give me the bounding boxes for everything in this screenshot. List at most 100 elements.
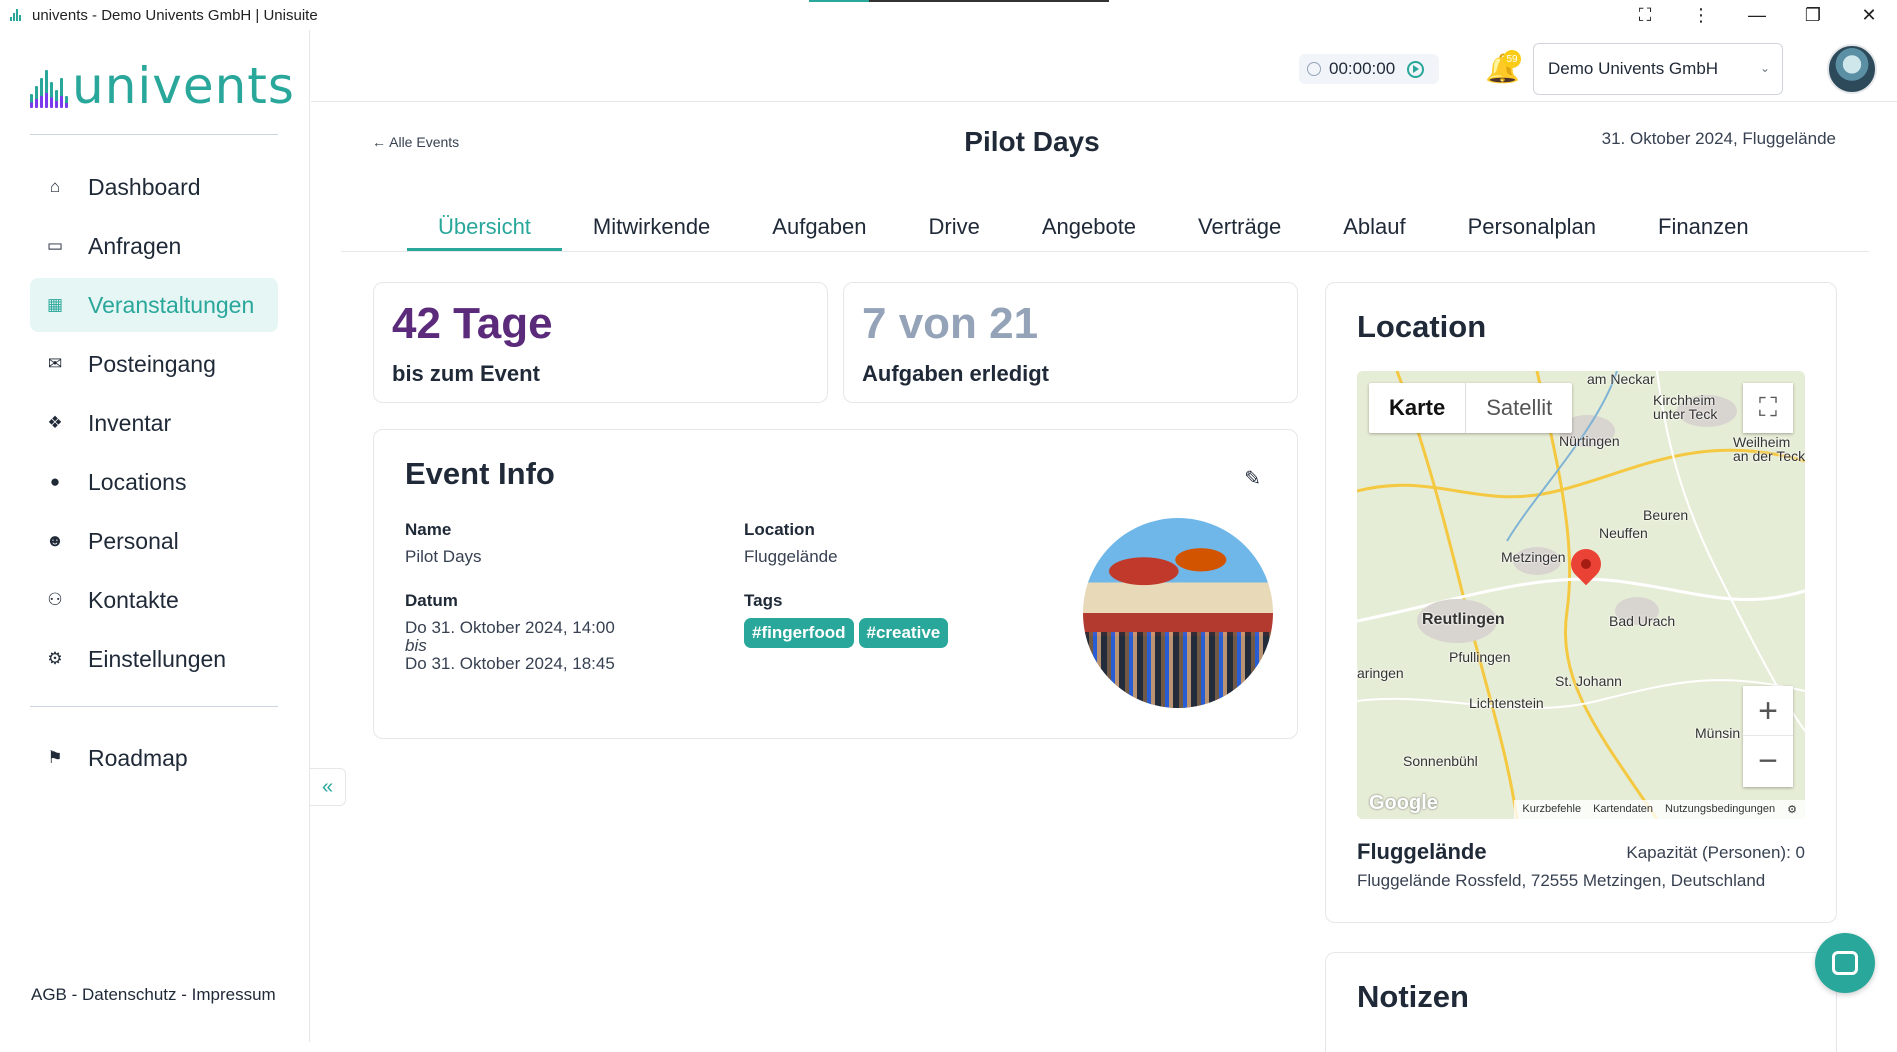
map-label: aringen — [1357, 665, 1404, 681]
name-value: Pilot Days — [405, 547, 482, 566]
legal-links[interactable]: AGB - Datenschutz - Impressum — [31, 985, 276, 1005]
calendar-icon: ▦ — [46, 295, 64, 314]
sidebar-item-roadmap[interactable]: ⚑ Roadmap — [30, 731, 278, 785]
event-tabs: Übersicht Mitwirkende Aufgaben Drive Ang… — [341, 204, 1869, 252]
restore-button[interactable]: ❐ — [1785, 5, 1841, 26]
location-map[interactable]: am Neckar Kirchheim unter Teck Nürtingen… — [1357, 371, 1805, 819]
minimize-button[interactable]: — — [1729, 5, 1785, 26]
map-settings-icon[interactable]: ⚙ — [1787, 803, 1797, 816]
map-label: am Neckar — [1587, 371, 1655, 387]
sidebar-item-posteingang[interactable]: ✉ Posteingang — [30, 337, 278, 391]
organization-select[interactable]: Demo Univents GmbH ⌄ — [1533, 43, 1783, 95]
days-until-label: bis zum Event — [392, 361, 540, 386]
gear-icon: ⚙ — [47, 649, 63, 668]
google-logo: Google — [1369, 792, 1438, 814]
map-type-karte-button[interactable]: Karte — [1369, 383, 1467, 433]
nav-divider — [30, 706, 278, 707]
zoom-in-button[interactable]: + — [1743, 686, 1793, 736]
days-until-event-card: 42 Tage bis zum Event — [373, 282, 828, 403]
map-type-control: Karte Satellit — [1369, 383, 1573, 433]
map-label: Bad Urach — [1609, 613, 1676, 629]
close-button[interactable]: ✕ — [1841, 5, 1897, 26]
map-type-satellit-button[interactable]: Satellit — [1466, 383, 1572, 433]
chat-bubble-icon — [1832, 951, 1858, 975]
sidebar-item-label: Locations — [88, 468, 187, 495]
tag-chip[interactable]: #creative — [858, 618, 949, 648]
play-icon[interactable] — [1407, 60, 1425, 78]
browser-menu-icon[interactable]: ⋮ — [1673, 5, 1729, 26]
sidebar-item-inventar[interactable]: ❖ Inventar — [30, 396, 278, 450]
tab-ablauf[interactable]: Ablauf — [1312, 204, 1436, 251]
sidebar-item-einstellungen[interactable]: ⚙ Einstellungen — [30, 632, 278, 686]
envelope-icon: ✉ — [47, 354, 63, 373]
notifications-button[interactable]: 🔔 59 — [1485, 50, 1521, 88]
fullscreen-icon[interactable]: ⛶ — [1743, 383, 1793, 433]
map-label: Metzingen — [1501, 549, 1566, 565]
sidebar-item-personal[interactable]: ☻ Personal — [30, 514, 278, 568]
app-icon — [10, 9, 24, 21]
sidebar-item-anfragen[interactable]: ▭ Anfragen — [30, 219, 278, 273]
location-card: Location am Neckar Kirchheim unter Teck … — [1325, 282, 1837, 923]
tab-uebersicht[interactable]: Übersicht — [407, 204, 562, 251]
tab-finanzen[interactable]: Finanzen — [1627, 204, 1780, 251]
tasks-done-value: 7 von 21 — [862, 299, 1039, 348]
top-header: 00:00:00 🔔 59 Demo Univents GmbH ⌄ — [311, 30, 1897, 102]
event-image — [1083, 518, 1273, 708]
sidebar-item-locations[interactable]: ● Locations — [30, 455, 278, 509]
date-start: Do 31. Oktober 2024, 14:00 — [405, 618, 615, 637]
sidebar-item-veranstaltungen[interactable]: ▦ Veranstaltungen — [30, 278, 278, 332]
chat-support-button[interactable] — [1815, 933, 1875, 993]
sidebar-item-dashboard[interactable]: ⌂ Dashboard — [30, 160, 278, 214]
tab-angebote[interactable]: Angebote — [1011, 204, 1167, 251]
location-label: Location — [744, 520, 815, 539]
map-label: Neuffen — [1599, 525, 1648, 541]
tab-mitwirkende[interactable]: Mitwirkende — [562, 204, 741, 251]
logo-text: univents — [72, 57, 295, 115]
map-shortcuts-link[interactable]: Kurzbefehle — [1522, 803, 1581, 816]
sidebar-item-label: Veranstaltungen — [88, 291, 255, 318]
tab-aufgaben[interactable]: Aufgaben — [741, 204, 897, 251]
tab-personalplan[interactable]: Personalplan — [1437, 204, 1627, 251]
window-titlebar: univents - Demo Univents GmbH | Unisuite… — [0, 0, 1897, 30]
sidebar-item-label: Inventar — [88, 409, 172, 436]
clock-icon — [1307, 62, 1321, 76]
zoom-out-button[interactable]: − — [1743, 736, 1793, 786]
notes-card: Notizen — [1325, 952, 1837, 1052]
timer-value: 00:00:00 — [1329, 59, 1396, 78]
location-card-title: Location — [1357, 309, 1487, 344]
map-label: Pfullingen — [1449, 649, 1511, 665]
event-date-location: 31. Oktober 2024, Fluggelände — [1601, 129, 1836, 148]
map-label: St. Johann — [1555, 673, 1622, 689]
tab-drive[interactable]: Drive — [898, 204, 1011, 251]
map-data-link[interactable]: Kartendaten — [1593, 803, 1653, 816]
loading-progress-bar — [809, 0, 1109, 2]
time-tracker[interactable]: 00:00:00 — [1299, 54, 1439, 84]
map-zoom-control: + − — [1743, 686, 1793, 787]
tag-chip[interactable]: #fingerfood — [744, 618, 854, 648]
dropbox-icon: ❖ — [47, 413, 63, 432]
sidebar-item-label: Einstellungen — [88, 645, 227, 672]
collapse-sidebar-button[interactable]: « — [310, 768, 346, 806]
map-terms-link[interactable]: Nutzungsbedingungen — [1665, 803, 1775, 816]
logo-divider — [30, 134, 278, 135]
sidebar-item-kontakte[interactable]: ⚇ Kontakte — [30, 573, 278, 627]
sidebar-nav: ⌂ Dashboard ▭ Anfragen ▦ Veranstaltungen… — [30, 160, 278, 790]
sidebar: univents ⌂ Dashboard ▭ Anfragen ▦ Verans… — [0, 30, 310, 1042]
sidebar-item-label: Kontakte — [88, 586, 179, 613]
map-label: Nürtingen — [1559, 433, 1620, 449]
window-title: univents - Demo Univents GmbH | Unisuite — [32, 6, 318, 24]
map-label: Weilheim an der Teck — [1733, 434, 1805, 464]
date-label: Datum — [405, 591, 458, 610]
tasks-done-label: Aufgaben erledigt — [862, 361, 1050, 386]
extension-icon[interactable]: ⛶ — [1617, 5, 1673, 26]
tab-vertraege[interactable]: Verträge — [1167, 204, 1312, 251]
univents-logo[interactable]: univents — [30, 57, 295, 115]
double-chevron-left-icon: « — [321, 775, 334, 798]
back-to-events-link[interactable]: ← Alle Events — [372, 134, 459, 150]
tasks-done-card[interactable]: 7 von 21 Aufgaben erledigt — [843, 282, 1298, 403]
sidebar-item-label: Roadmap — [88, 744, 188, 771]
pencil-icon[interactable]: ✎ — [1244, 466, 1261, 491]
inbox-icon: ▭ — [46, 236, 64, 255]
notes-title: Notizen — [1357, 979, 1469, 1014]
user-avatar[interactable] — [1827, 44, 1877, 94]
